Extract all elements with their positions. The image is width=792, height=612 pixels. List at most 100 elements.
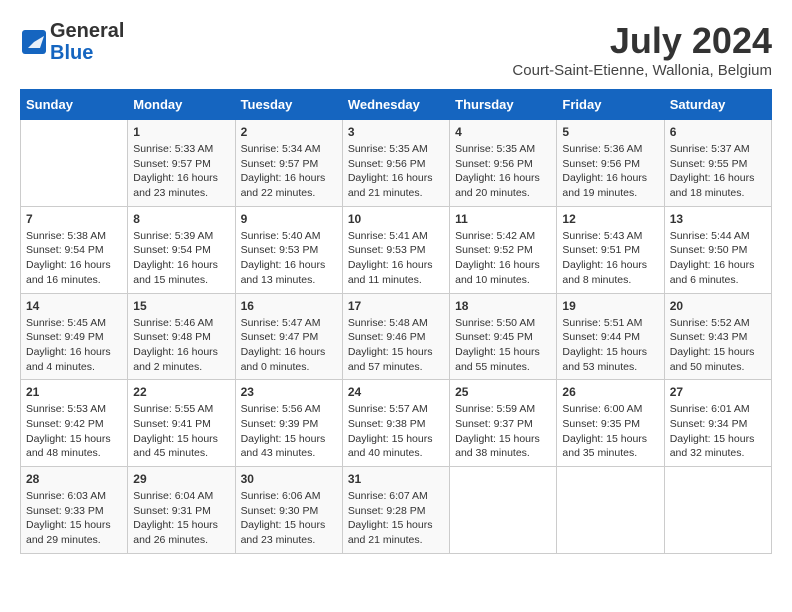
- day-number: 18: [455, 299, 551, 313]
- logo-text-blue: Blue: [50, 42, 124, 64]
- day-number: 17: [348, 299, 444, 313]
- calendar-cell: 13 Sunrise: 5:44 AM Sunset: 9:50 PM Dayli…: [664, 206, 771, 293]
- day-number: 16: [241, 299, 337, 313]
- cell-content: Sunrise: 6:06 AM Sunset: 9:30 PM Dayligh…: [241, 489, 337, 548]
- cell-content: Sunrise: 5:34 AM Sunset: 9:57 PM Dayligh…: [241, 142, 337, 201]
- day-number: 1: [133, 125, 229, 139]
- calendar-cell: 15Sunrise: 5:46 AM Sunset: 9:48 PM Dayli…: [128, 293, 235, 380]
- day-number: 4: [455, 125, 551, 139]
- day-number: 29: [133, 472, 229, 486]
- calendar-cell: [21, 120, 128, 207]
- day-number: 26: [562, 385, 658, 399]
- day-number: 12: [562, 212, 658, 226]
- weekday-header: Friday: [557, 90, 664, 120]
- day-number: 21: [26, 385, 122, 399]
- cell-content: Sunrise: 6:07 AM Sunset: 9:28 PM Dayligh…: [348, 489, 444, 548]
- calendar-cell: 3 Sunrise: 5:35 AM Sunset: 9:56 PM Daylig…: [342, 120, 449, 207]
- day-number: 28: [26, 472, 122, 486]
- calendar-cell: [557, 467, 664, 554]
- day-number: 8: [133, 212, 229, 226]
- page-header: General Blue July 2024 Court-Saint-Etien…: [20, 20, 772, 79]
- weekday-header: Tuesday: [235, 90, 342, 120]
- calendar-cell: 10 Sunrise: 5:41 AM Sunset: 9:53 PM Dayli…: [342, 206, 449, 293]
- calendar-cell: 18Sunrise: 5:50 AM Sunset: 9:45 PM Dayli…: [450, 293, 557, 380]
- cell-content: Sunrise: 5:42 AM Sunset: 9:52 PM Dayligh…: [455, 229, 551, 288]
- weekday-header: Saturday: [664, 90, 771, 120]
- calendar-cell: 5 Sunrise: 5:36 AM Sunset: 9:56 PM Daylig…: [557, 120, 664, 207]
- calendar-cell: 4 Sunrise: 5:35 AM Sunset: 9:56 PM Daylig…: [450, 120, 557, 207]
- calendar-cell: 19 Sunrise: 5:51 AM Sunset: 9:44 PM Dayli…: [557, 293, 664, 380]
- logo-icon: [20, 28, 48, 56]
- calendar-cell: 17 Sunrise: 5:48 AM Sunset: 9:46 PM Dayli…: [342, 293, 449, 380]
- cell-content: Sunrise: 5:45 AM Sunset: 9:49 PM Dayligh…: [26, 316, 122, 375]
- cell-content: Sunrise: 5:35 AM Sunset: 9:56 PM Dayligh…: [455, 142, 551, 201]
- day-number: 11: [455, 212, 551, 226]
- day-number: 25: [455, 385, 551, 399]
- day-number: 3: [348, 125, 444, 139]
- calendar-header-row: SundayMondayTuesdayWednesdayThursdayFrid…: [21, 90, 772, 120]
- weekday-header: Monday: [128, 90, 235, 120]
- calendar-cell: 11 Sunrise: 5:42 AM Sunset: 9:52 PM Dayli…: [450, 206, 557, 293]
- day-number: 10: [348, 212, 444, 226]
- cell-content: Sunrise: 5:55 AM Sunset: 9:41 PM Dayligh…: [133, 402, 229, 461]
- cell-content: Sunrise: 6:01 AM Sunset: 9:34 PM Dayligh…: [670, 402, 766, 461]
- calendar-cell: 20 Sunrise: 5:52 AM Sunset: 9:43 PM Dayli…: [664, 293, 771, 380]
- day-number: 7: [26, 212, 122, 226]
- day-number: 15: [133, 299, 229, 313]
- calendar-cell: 26Sunrise: 6:00 AM Sunset: 9:35 PM Dayli…: [557, 380, 664, 467]
- calendar-cell: [664, 467, 771, 554]
- day-number: 30: [241, 472, 337, 486]
- calendar-table: SundayMondayTuesdayWednesdayThursdayFrid…: [20, 89, 772, 554]
- day-number: 27: [670, 385, 766, 399]
- day-number: 24: [348, 385, 444, 399]
- day-number: 19: [562, 299, 658, 313]
- calendar-week-row: 28 Sunrise: 6:03 AM Sunset: 9:33 PM Dayli…: [21, 467, 772, 554]
- calendar-cell: 22 Sunrise: 5:55 AM Sunset: 9:41 PM Dayli…: [128, 380, 235, 467]
- cell-content: Sunrise: 5:35 AM Sunset: 9:56 PM Dayligh…: [348, 142, 444, 201]
- day-number: 13: [670, 212, 766, 226]
- cell-content: Sunrise: 6:03 AM Sunset: 9:33 PM Dayligh…: [26, 489, 122, 548]
- calendar-cell: 27 Sunrise: 6:01 AM Sunset: 9:34 PM Dayli…: [664, 380, 771, 467]
- calendar-cell: 12 Sunrise: 5:43 AM Sunset: 9:51 PM Dayli…: [557, 206, 664, 293]
- calendar-cell: 24Sunrise: 5:57 AM Sunset: 9:38 PM Dayli…: [342, 380, 449, 467]
- calendar-cell: 21 Sunrise: 5:53 AM Sunset: 9:42 PM Dayli…: [21, 380, 128, 467]
- calendar-cell: 28 Sunrise: 6:03 AM Sunset: 9:33 PM Dayli…: [21, 467, 128, 554]
- calendar-cell: 1Sunrise: 5:33 AM Sunset: 9:57 PM Daylig…: [128, 120, 235, 207]
- weekday-header: Sunday: [21, 90, 128, 120]
- cell-content: Sunrise: 5:41 AM Sunset: 9:53 PM Dayligh…: [348, 229, 444, 288]
- cell-content: Sunrise: 5:36 AM Sunset: 9:56 PM Dayligh…: [562, 142, 658, 201]
- cell-content: Sunrise: 5:59 AM Sunset: 9:37 PM Dayligh…: [455, 402, 551, 461]
- day-number: 22: [133, 385, 229, 399]
- cell-content: Sunrise: 5:56 AM Sunset: 9:39 PM Dayligh…: [241, 402, 337, 461]
- logo-text-general: General: [50, 20, 124, 42]
- day-number: 5: [562, 125, 658, 139]
- calendar-cell: 31 Sunrise: 6:07 AM Sunset: 9:28 PM Dayli…: [342, 467, 449, 554]
- cell-content: Sunrise: 5:53 AM Sunset: 9:42 PM Dayligh…: [26, 402, 122, 461]
- cell-content: Sunrise: 5:44 AM Sunset: 9:50 PM Dayligh…: [670, 229, 766, 288]
- calendar-cell: 8 Sunrise: 5:39 AM Sunset: 9:54 PM Daylig…: [128, 206, 235, 293]
- calendar-cell: 7 Sunrise: 5:38 AM Sunset: 9:54 PM Daylig…: [21, 206, 128, 293]
- calendar-cell: 16Sunrise: 5:47 AM Sunset: 9:47 PM Dayli…: [235, 293, 342, 380]
- cell-content: Sunrise: 5:38 AM Sunset: 9:54 PM Dayligh…: [26, 229, 122, 288]
- calendar-cell: 14 Sunrise: 5:45 AM Sunset: 9:49 PM Dayli…: [21, 293, 128, 380]
- day-number: 6: [670, 125, 766, 139]
- cell-content: Sunrise: 5:40 AM Sunset: 9:53 PM Dayligh…: [241, 229, 337, 288]
- title-block: July 2024 Court-Saint-Etienne, Wallonia,…: [512, 20, 772, 79]
- day-number: 14: [26, 299, 122, 313]
- calendar-cell: [450, 467, 557, 554]
- weekday-header: Wednesday: [342, 90, 449, 120]
- cell-content: Sunrise: 5:43 AM Sunset: 9:51 PM Dayligh…: [562, 229, 658, 288]
- cell-content: Sunrise: 6:04 AM Sunset: 9:31 PM Dayligh…: [133, 489, 229, 548]
- cell-content: Sunrise: 5:51 AM Sunset: 9:44 PM Dayligh…: [562, 316, 658, 375]
- day-number: 20: [670, 299, 766, 313]
- day-number: 31: [348, 472, 444, 486]
- cell-content: Sunrise: 5:39 AM Sunset: 9:54 PM Dayligh…: [133, 229, 229, 288]
- cell-content: Sunrise: 5:37 AM Sunset: 9:55 PM Dayligh…: [670, 142, 766, 201]
- cell-content: Sunrise: 5:52 AM Sunset: 9:43 PM Dayligh…: [670, 316, 766, 375]
- calendar-week-row: 1Sunrise: 5:33 AM Sunset: 9:57 PM Daylig…: [21, 120, 772, 207]
- calendar-cell: 30 Sunrise: 6:06 AM Sunset: 9:30 PM Dayli…: [235, 467, 342, 554]
- cell-content: Sunrise: 5:48 AM Sunset: 9:46 PM Dayligh…: [348, 316, 444, 375]
- calendar-week-row: 7 Sunrise: 5:38 AM Sunset: 9:54 PM Daylig…: [21, 206, 772, 293]
- calendar-week-row: 14 Sunrise: 5:45 AM Sunset: 9:49 PM Dayli…: [21, 293, 772, 380]
- location-subtitle: Court-Saint-Etienne, Wallonia, Belgium: [512, 62, 772, 79]
